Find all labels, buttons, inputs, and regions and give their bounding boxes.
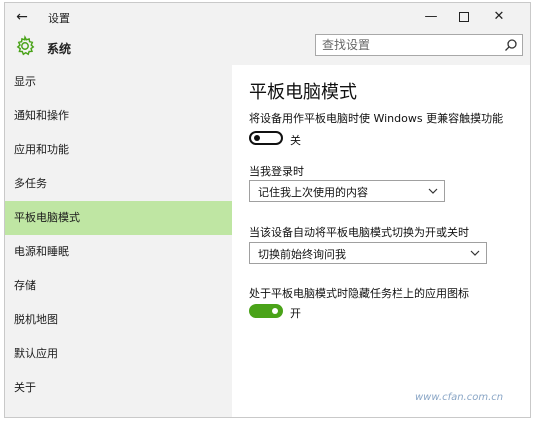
signin-dropdown-value: 记住我上次使用的内容 [258, 186, 368, 199]
header-row: 系统 [5, 31, 530, 65]
search-input[interactable] [322, 37, 492, 53]
watermark: www.cfan.com.cn [415, 392, 504, 403]
sidebar-item-power-sleep[interactable]: 电源和睡眠 [5, 235, 232, 269]
sidebar-item-default-apps[interactable]: 默认应用 [5, 337, 232, 371]
back-arrow-icon[interactable]: ← [11, 7, 33, 27]
title-bar: ← 设置 — ✕ [5, 3, 530, 31]
auto-switch-dropdown-value: 切换前始终询问我 [258, 248, 346, 261]
sidebar: 显示 通知和操作 应用和功能 多任务 平板电脑模式 电源和睡眠 存储 脱机地图 … [5, 65, 232, 417]
gear-icon [16, 35, 35, 56]
toggle-knob [254, 135, 260, 141]
signin-dropdown[interactable]: 记住我上次使用的内容 [249, 180, 445, 202]
window-title: 设置 [48, 12, 70, 25]
settings-window: ← 设置 — ✕ 系统 显示 通知和操作 应用和功能 多任务 平板电脑模式 电源… [4, 2, 531, 418]
search-box[interactable] [315, 34, 523, 56]
sidebar-item-notifications[interactable]: 通知和操作 [5, 99, 232, 133]
sidebar-item-multitasking[interactable]: 多任务 [5, 167, 232, 201]
sidebar-item-offline-maps[interactable]: 脱机地图 [5, 303, 232, 337]
sidebar-item-tablet-mode[interactable]: 平板电脑模式 [5, 201, 232, 235]
tablet-mode-toggle-state: 关 [290, 134, 301, 147]
hide-icons-toggle[interactable] [249, 304, 283, 318]
tablet-mode-toggle[interactable] [249, 131, 283, 145]
page-title: 平板电脑模式 [249, 82, 357, 103]
auto-switch-label: 当该设备自动将平板电脑模式切换为开或关时 [249, 226, 469, 239]
signin-label: 当我登录时 [249, 165, 304, 178]
maximize-button[interactable] [449, 7, 479, 27]
auto-switch-dropdown[interactable]: 切换前始终询问我 [249, 242, 487, 264]
main-content: 平板电脑模式 将设备用作平板电脑时使 Windows 更兼容触摸功能 关 当我登… [232, 65, 530, 417]
maximize-icon [459, 11, 469, 22]
section-title: 系统 [47, 42, 72, 56]
toggle-knob [272, 308, 278, 314]
close-button[interactable]: ✕ [484, 7, 514, 27]
search-icon [505, 39, 517, 51]
sidebar-item-display[interactable]: 显示 [5, 65, 232, 99]
sidebar-item-storage[interactable]: 存储 [5, 269, 232, 303]
tablet-mode-description: 将设备用作平板电脑时使 Windows 更兼容触摸功能 [249, 112, 504, 125]
hide-icons-description: 处于平板电脑模式时隐藏任务栏上的应用图标 [249, 287, 469, 300]
hide-icons-toggle-state: 开 [290, 307, 301, 320]
minimize-button[interactable]: — [416, 7, 446, 27]
sidebar-item-about[interactable]: 关于 [5, 371, 232, 405]
chevron-down-icon [428, 188, 438, 194]
chevron-down-icon [470, 250, 480, 256]
sidebar-item-apps[interactable]: 应用和功能 [5, 133, 232, 167]
